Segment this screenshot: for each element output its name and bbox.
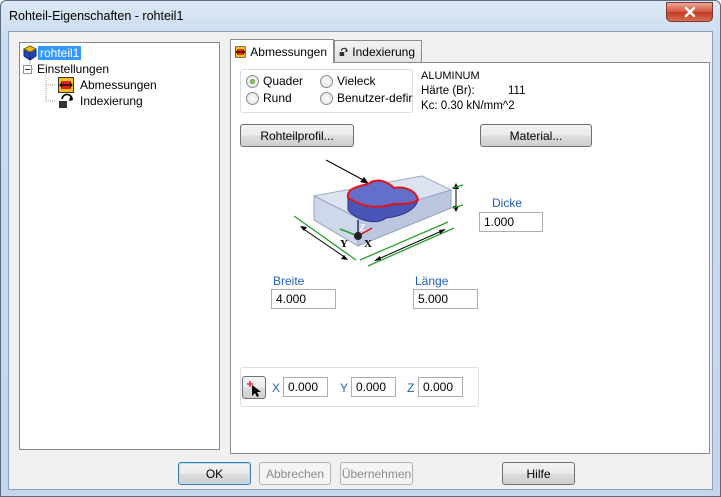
dialog-window: Rohteil-Eigenschaften - rohteil1 rohteil…: [0, 0, 721, 497]
tree-label-abmessungen: Abmessungen: [80, 78, 157, 92]
radio-quader[interactable]: Quader: [246, 74, 303, 88]
tree-label-indexierung: Indexierung: [80, 94, 143, 108]
tree-item-einstellungen[interactable]: Einstellungen: [23, 61, 111, 77]
title-bar: Rohteil-Eigenschaften - rohteil1: [1, 1, 720, 31]
collapse-icon[interactable]: [23, 64, 32, 74]
origin-z-label: Z: [407, 381, 415, 395]
stock-part-icon: [22, 45, 38, 61]
tab-panel-abmessungen: Quader Vieleck Rund Benutzer-defir ALUMI…: [230, 62, 710, 454]
settings-tree[interactable]: rohteil1 Einstellungen Abmessungen Index…: [19, 42, 220, 450]
radio-benutzer[interactable]: Benutzer-defir: [320, 91, 412, 105]
origin-x-input[interactable]: 0.000: [283, 377, 328, 397]
radio-label: Quader: [263, 74, 304, 88]
origin-y-input[interactable]: 0.000: [351, 377, 396, 397]
indexing-icon: [59, 93, 73, 108]
dialog-client: rohteil1 Einstellungen Abmessungen Index…: [8, 31, 713, 490]
axis-x-label: X: [364, 238, 372, 250]
radio-button[interactable]: [320, 91, 333, 105]
material-button[interactable]: Material...: [480, 124, 592, 147]
tree-label-einstellungen: Einstellungen: [37, 62, 110, 76]
tab-abmessungen[interactable]: Abmessungen: [230, 39, 334, 63]
material-name: ALUMINUM: [421, 70, 480, 82]
pick-origin-button[interactable]: [242, 376, 266, 399]
breite-label: Breite: [273, 274, 305, 288]
origin-z-input[interactable]: 0.000: [418, 377, 463, 397]
tab-indexierung[interactable]: Indexierung: [334, 40, 422, 62]
radio-label: Rund: [263, 91, 292, 105]
tree-label-root: rohteil1: [38, 46, 82, 60]
radio-rund[interactable]: Rund: [246, 91, 292, 105]
close-icon: [684, 6, 695, 18]
window-title: Rohteil-Eigenschaften - rohteil1: [9, 9, 184, 23]
rohteilprofil-button[interactable]: Rohteilprofil...: [240, 124, 354, 147]
tree-item-abmessungen[interactable]: Abmessungen: [58, 77, 159, 93]
tree-item-indexierung[interactable]: Indexierung: [58, 93, 145, 109]
laenge-label: Länge: [415, 274, 449, 288]
cursor-pick-icon: [247, 380, 261, 397]
radio-button[interactable]: [246, 91, 259, 105]
axis-y-label: Y: [340, 238, 348, 250]
tab-label: Indexierung: [352, 44, 415, 59]
radio-label: Benutzer-defir: [337, 91, 413, 105]
close-button[interactable]: [666, 2, 713, 22]
hardness-label: Härte (Br):: [421, 85, 475, 97]
origin-x-label: X: [272, 381, 281, 395]
dicke-label: Dicke: [492, 196, 523, 210]
radio-button[interactable]: [246, 74, 259, 88]
tab-control: Abmessungen Indexierung Quader Vieleck R…: [230, 39, 710, 454]
kc-value: Kc: 0.30 kN/mm^2: [421, 100, 515, 112]
breite-input[interactable]: 4.000: [271, 289, 336, 309]
laenge-input[interactable]: 5.000: [413, 289, 478, 309]
help-button[interactable]: Hilfe: [502, 462, 575, 485]
origin-y-label: Y: [340, 381, 349, 395]
dimensions-icon: [235, 45, 247, 58]
apply-button[interactable]: Übernehmen: [340, 462, 413, 485]
tab-label: Abmessungen: [250, 44, 327, 59]
tree-item-rohteil1[interactable]: rohteil1: [22, 45, 82, 61]
dicke-input[interactable]: 1.000: [479, 212, 543, 232]
ok-button[interactable]: OK: [178, 462, 251, 485]
cancel-button[interactable]: Abbrechen: [259, 462, 331, 485]
radio-vieleck[interactable]: Vieleck: [320, 74, 375, 88]
radio-label: Vieleck: [337, 74, 376, 88]
radio-button[interactable]: [320, 74, 333, 88]
indexing-icon: [339, 47, 348, 56]
dimensions-icon: [58, 77, 74, 93]
hardness-value: 111: [508, 85, 526, 97]
axis-z-label: Z: [359, 223, 366, 234]
